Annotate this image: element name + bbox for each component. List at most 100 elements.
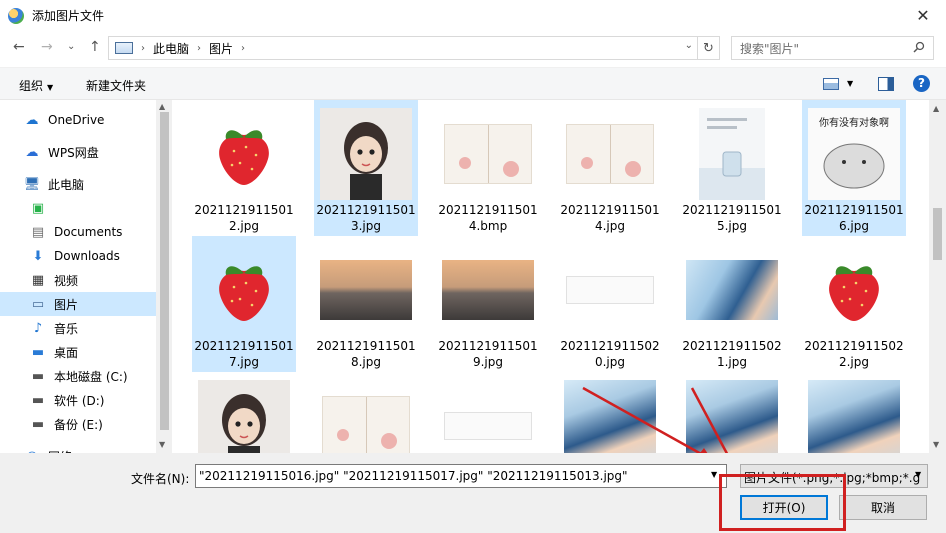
window-title: 添加图片文件 [32,9,105,23]
sidebar-item-label: 本地磁盘 (C:) [54,369,128,384]
file-tile[interactable] [558,372,662,453]
chevron-right-icon[interactable]: › [141,43,145,54]
file-tile[interactable]: 20211219115021.jpg [680,236,784,372]
file-tile[interactable] [802,372,906,453]
preview-pane-icon[interactable] [878,77,894,91]
scrollbar-thumb[interactable] [160,112,169,430]
sidebar-item[interactable]: 🖥 此电脑 [0,172,156,196]
filename-input[interactable]: "20211219115016.jpg" "20211219115017.jpg… [195,464,727,488]
chevron-down-icon[interactable]: ▼ [915,470,921,479]
pictures-folder-icon [115,42,133,54]
sidebar-item[interactable]: ☁ WPS网盘 [0,140,156,164]
file-thumbnail [198,380,290,453]
new-folder-button[interactable]: 新建文件夹 [86,77,146,94]
sidebar-item[interactable]: ▣ [0,196,156,220]
address-bar[interactable]: › 此电脑 › 图片 › ⌄ [108,36,698,60]
forward-icon[interactable]: → [41,39,53,55]
vertical-scrollbar[interactable] [929,100,946,453]
sidebar-item[interactable]: ▬ 软件 (D:) [0,388,156,412]
sidebar-item-label: OneDrive [48,113,105,127]
file-name: 20211219115022.jpg [804,339,904,369]
refresh-button[interactable]: ↻ [698,36,720,60]
sidebar-item-label: 图片 [54,297,79,312]
file-tile[interactable]: 20211219115018.jpg [314,236,418,372]
help-icon[interactable]: ? [913,75,930,92]
file-thumbnail [564,380,656,453]
sidebar-item[interactable]: ⬇ Downloads [0,244,156,268]
file-tile[interactable]: 20211219115020.jpg [558,236,662,372]
caret-down-icon[interactable]: ▼ [847,79,853,88]
file-name: 20211219115021.jpg [682,339,782,369]
command-bar: 组织 ▼ 新建文件夹 ▼ ? [0,67,946,100]
organize-label: 组织 [19,79,44,93]
file-tile[interactable]: 20211219115013.jpg [314,100,418,236]
chevron-down-icon[interactable]: ⌄ [685,40,693,51]
search-icon [913,41,925,53]
navigation-pane: ☁ OneDrive ☁ WPS网盘 🖥 此电脑 ▣ ▤ Documents ⬇ Downloads… [0,100,172,453]
breadcrumb-this-pc[interactable]: 此电脑 [153,40,189,57]
file-tile[interactable]: 20211219115019.jpg [436,236,540,372]
sidebar-item[interactable]: ▤ Documents [0,220,156,244]
file-thumbnail [198,244,290,336]
sidebar-item-label: Downloads [54,249,120,263]
download-icon: ⬇ [32,248,44,264]
file-thumbnail [320,244,412,336]
file-tile[interactable]: 20211219115015.jpg [680,100,784,236]
close-button[interactable]: ✕ [900,0,946,31]
scroll-down-icon[interactable]: ▼ [159,440,165,449]
music-icon: ♪ [33,320,43,336]
view-mode-icon[interactable] [823,78,839,90]
file-tile[interactable] [314,372,418,453]
sidebar-item[interactable]: ▬ 本地磁盘 (C:) [0,364,156,388]
sidebar-item-label: 备份 (E:) [54,417,103,432]
file-thumbnail [686,380,778,453]
sidebar-item-label: 桌面 [54,345,79,360]
title-bar: 添加图片文件 ✕ [0,0,946,31]
computer-icon: 🖥 [23,176,41,192]
file-tile[interactable]: 你有没有对象啊 20211219115016.jpg [802,100,906,236]
back-icon[interactable]: ← [13,39,25,55]
recent-locations-icon[interactable]: ⌄ [67,41,75,52]
organize-button[interactable]: 组织 ▼ [19,77,53,94]
scroll-up-icon[interactable]: ▲ [933,104,939,113]
file-thumbnail [686,244,778,336]
file-tile[interactable] [192,372,296,453]
cancel-button[interactable]: 取消 [839,495,927,520]
chevron-down-icon[interactable]: ▼ [711,470,717,479]
up-icon[interactable]: ↑ [89,39,101,55]
scroll-down-icon[interactable]: ▼ [933,440,939,449]
scroll-up-icon[interactable]: ▲ [159,102,165,111]
sidebar-item[interactable]: ▭ 图片 [0,292,156,316]
file-name: 20211219115020.jpg [560,339,660,369]
sidebar-item-label: 视频 [54,273,79,288]
sidebar-item[interactable]: ▦ 视频 [0,268,156,292]
desktop-icon: ▬ [31,344,45,360]
search-input[interactable]: 搜索"图片" [731,36,934,60]
file-tile[interactable]: 20211219115012.jpg [192,100,296,236]
sidebar-item[interactable]: ♪ 音乐 [0,316,156,340]
scrollbar-thumb[interactable] [933,208,942,260]
breadcrumb-pictures[interactable]: 图片 [209,40,233,57]
file-name: 20211219115013.jpg [316,203,416,233]
chevron-right-icon[interactable]: › [197,43,201,54]
file-tile[interactable]: 20211219115017.jpg [192,236,296,372]
sidebar-item[interactable]: ☁ OneDrive [0,108,156,132]
drive-icon: ▬ [31,416,45,432]
file-tile[interactable] [680,372,784,453]
file-tile[interactable]: 20211219115014.jpg [558,100,662,236]
search-placeholder: 搜索"图片" [740,41,800,56]
sidebar-item[interactable]: ▬ 备份 (E:) [0,412,156,436]
drive-icon: ▬ [31,368,45,384]
file-thumbnail [442,108,534,200]
file-name: 20211219115018.jpg [316,339,416,369]
sidebar-item-label: Documents [54,225,123,239]
file-thumbnail [198,108,290,200]
file-tile[interactable]: 20211219115014.bmp [436,100,540,236]
chevron-right-icon[interactable]: › [241,43,245,54]
sidebar-item-label: 软件 (D:) [54,393,105,408]
sidebar-item[interactable]: ▬ 桌面 [0,340,156,364]
sidebar-item-label: 此电脑 [48,177,85,192]
sidebar-item[interactable]: ◉网络 [0,444,156,454]
file-tile[interactable] [436,372,540,453]
file-tile[interactable]: 20211219115022.jpg [802,236,906,372]
